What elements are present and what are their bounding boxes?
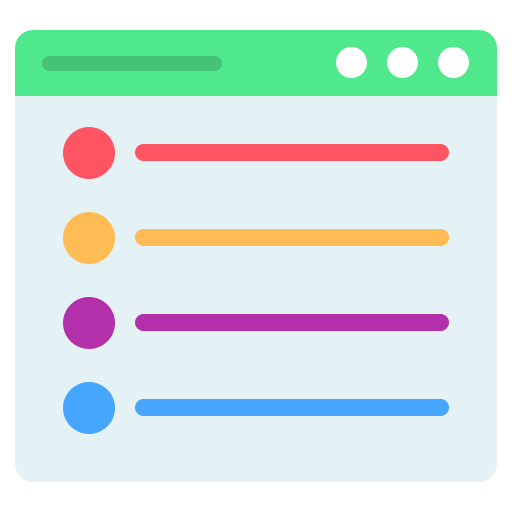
window-titlebar — [15, 30, 497, 96]
list-item-3-line — [135, 314, 449, 331]
list-item-4 — [15, 382, 497, 434]
browser-window-icon — [15, 30, 497, 482]
address-bar — [42, 56, 222, 71]
list-item-2-dot-icon — [63, 212, 115, 264]
list-item-2 — [15, 212, 497, 264]
list-item-4-line — [135, 399, 449, 416]
list-item-3 — [15, 297, 497, 349]
list-item-1-dot-icon — [63, 127, 115, 179]
window-control-2-icon — [387, 47, 418, 78]
list-item-2-line — [135, 229, 449, 246]
window-control-3-icon — [438, 47, 469, 78]
list-item-1 — [15, 127, 497, 179]
window-control-1-icon — [336, 47, 367, 78]
list-item-3-dot-icon — [63, 297, 115, 349]
list-item-4-dot-icon — [63, 382, 115, 434]
list-item-1-line — [135, 144, 449, 161]
